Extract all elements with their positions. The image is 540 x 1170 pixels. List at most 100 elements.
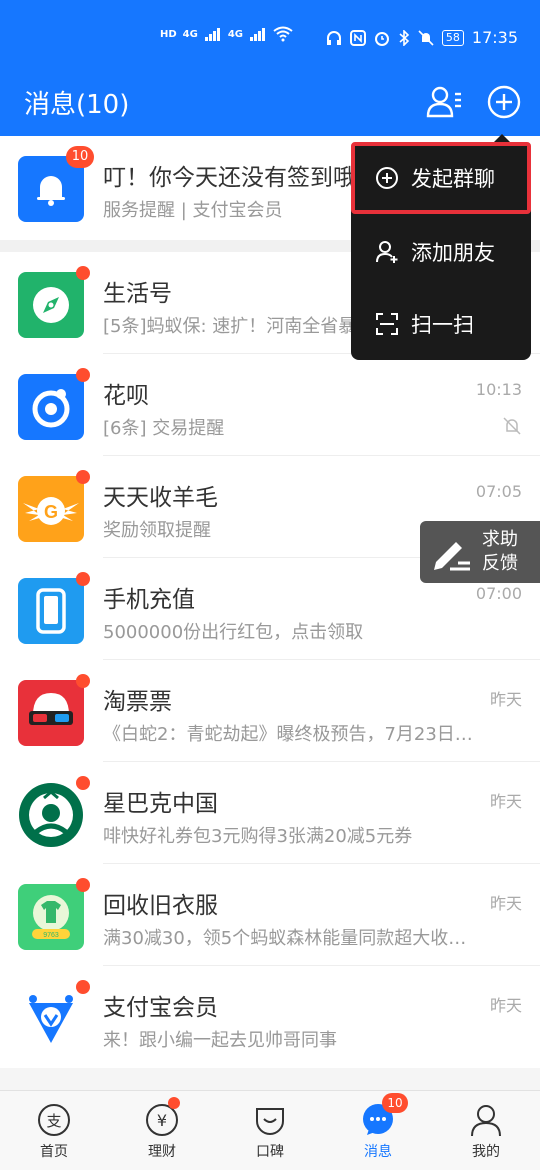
message-title: 天天收羊毛	[103, 485, 218, 511]
tab-label: 我的	[472, 1144, 500, 1160]
menu-item-scan[interactable]: 扫一扫	[351, 288, 531, 360]
list-item[interactable]: 星巴克中国 啡快好礼券包3元购得3张满20减5元券 昨天	[0, 762, 540, 864]
tab-label: 消息	[364, 1144, 392, 1160]
feedback-line1: 求助	[482, 529, 518, 550]
add-user-icon	[376, 241, 398, 263]
unread-dot	[76, 674, 90, 688]
svg-text:9763: 9763	[43, 932, 59, 939]
system-indicators: 58 17:35	[326, 28, 518, 47]
menu-item-group-chat[interactable]: 发起群聊	[351, 142, 531, 214]
clock: 17:35	[471, 28, 518, 47]
tab-finance[interactable]: ¥ 理财	[108, 1091, 216, 1170]
tab-messages[interactable]: 10 消息	[324, 1091, 432, 1170]
list-item[interactable]: 支付宝会员 来！跟小编一起去见帅哥同事 昨天	[0, 966, 540, 1068]
avatar	[18, 272, 84, 338]
g-wings-icon: G	[23, 497, 79, 525]
unread-dot	[76, 470, 90, 484]
tab-label: 理财	[148, 1144, 176, 1160]
vip-v-icon	[29, 995, 73, 1043]
list-item[interactable]: 9763 回收旧衣服 满30减30，领5个蚂蚁森林能量同款超大收… 昨天	[0, 864, 540, 966]
tab-badge: 10	[382, 1093, 408, 1113]
bell-icon	[37, 176, 65, 206]
person-icon	[471, 1105, 501, 1137]
message-time: 10:13	[475, 380, 522, 399]
unread-dot	[76, 368, 90, 382]
message-preview: 5000000份出行红包，点击领取	[103, 622, 364, 643]
tab-mine[interactable]: 我的	[432, 1091, 540, 1170]
message-title: 花呗	[103, 383, 149, 409]
alarm-icon	[374, 31, 389, 46]
recycle-shirt-icon: 9763	[32, 895, 70, 939]
bluetooth-icon	[399, 29, 410, 46]
message-time: 昨天	[489, 996, 522, 1015]
message-title: 叮！你今天还没有签到哦	[103, 165, 356, 191]
svg-text:支: 支	[46, 1112, 61, 1130]
unread-dot	[76, 980, 90, 994]
page-title: 消息(10)	[24, 90, 130, 120]
message-time: 07:00	[475, 584, 522, 603]
tab-unread-dot	[168, 1097, 180, 1109]
menu-item-add-friend[interactable]: 添加朋友	[351, 216, 531, 288]
menu-item-label: 扫一扫	[411, 313, 474, 337]
message-title: 星巴克中国	[103, 791, 218, 817]
message-title: 支付宝会员	[103, 995, 218, 1021]
message-title: 回收旧衣服	[103, 893, 218, 919]
phone-icon	[36, 588, 66, 634]
feedback-line2: 反馈	[482, 553, 518, 574]
wifi-icon	[273, 26, 293, 42]
avatar	[18, 986, 84, 1052]
signal-indicators: HD 4G 4G	[160, 26, 293, 42]
plus-circle-icon	[487, 85, 521, 119]
avatar	[18, 374, 84, 440]
battery-indicator: 58	[441, 29, 464, 46]
list-item[interactable]: 淘票票 《白蛇2：青蛇劫起》曝终极预告，7月23日… 昨天	[0, 660, 540, 762]
headphones-icon	[326, 30, 341, 45]
add-menu: 发起群聊 添加朋友 扫一扫	[351, 142, 531, 360]
mute-icon	[502, 416, 522, 440]
avatar	[18, 578, 84, 644]
unread-dot	[76, 266, 90, 280]
message-title: 手机充值	[103, 587, 195, 613]
bottom-tab-bar: 支 首页 ¥ 理财 口碑 10 消息 我的	[0, 1090, 540, 1170]
signal-icon	[204, 28, 220, 41]
message-preview: [6条] 交易提醒	[103, 418, 225, 439]
svg-text:G: G	[44, 502, 58, 522]
message-time: 昨天	[489, 690, 522, 709]
list-item[interactable]: 花呗 [6条] 交易提醒 10:13	[0, 354, 540, 456]
koubei-icon	[256, 1108, 284, 1135]
message-time: 昨天	[489, 792, 522, 811]
nfc-icon	[349, 29, 366, 46]
avatar	[18, 782, 84, 848]
message-preview: 《白蛇2：青蛇劫起》曝终极预告，7月23日…	[103, 724, 473, 745]
message-preview: 来！跟小编一起去见帅哥同事	[103, 1030, 337, 1051]
plus-circle-icon	[376, 167, 398, 189]
alipay-home-icon: 支	[38, 1104, 70, 1136]
tab-label: 首页	[40, 1144, 68, 1160]
message-time: 07:05	[475, 482, 522, 501]
message-title: 淘票票	[103, 689, 172, 715]
help-feedback-button[interactable]: 求助 反馈	[420, 521, 540, 583]
status-bar: HD 4G 4G 58 17:35	[0, 22, 540, 58]
svg-text:¥: ¥	[157, 1111, 167, 1130]
tab-koubei[interactable]: 口碑	[216, 1091, 324, 1170]
menu-item-label: 发起群聊	[411, 167, 495, 191]
message-preview: 满30减30，领5个蚂蚁森林能量同款超大收…	[103, 928, 467, 949]
network-4g-label: 4G	[182, 28, 198, 40]
compass-icon	[33, 287, 69, 323]
tab-label: 口碑	[256, 1144, 284, 1160]
add-button[interactable]	[484, 82, 524, 122]
avatar: 9763	[18, 884, 84, 950]
hd-label: HD	[160, 28, 177, 40]
message-title: 生活号	[103, 281, 172, 307]
tab-home[interactable]: 支 首页	[0, 1091, 108, 1170]
contacts-icon	[426, 86, 461, 118]
signal-icon-2	[250, 28, 266, 41]
unread-dot	[76, 776, 90, 790]
scan-icon	[376, 313, 398, 335]
unread-badge: 10	[66, 146, 94, 168]
edit-pencil-icon	[434, 542, 470, 571]
avatar	[18, 680, 84, 746]
starbucks-logo-icon	[19, 783, 83, 847]
contacts-button[interactable]	[424, 82, 464, 122]
mute-bell-icon	[418, 29, 434, 46]
